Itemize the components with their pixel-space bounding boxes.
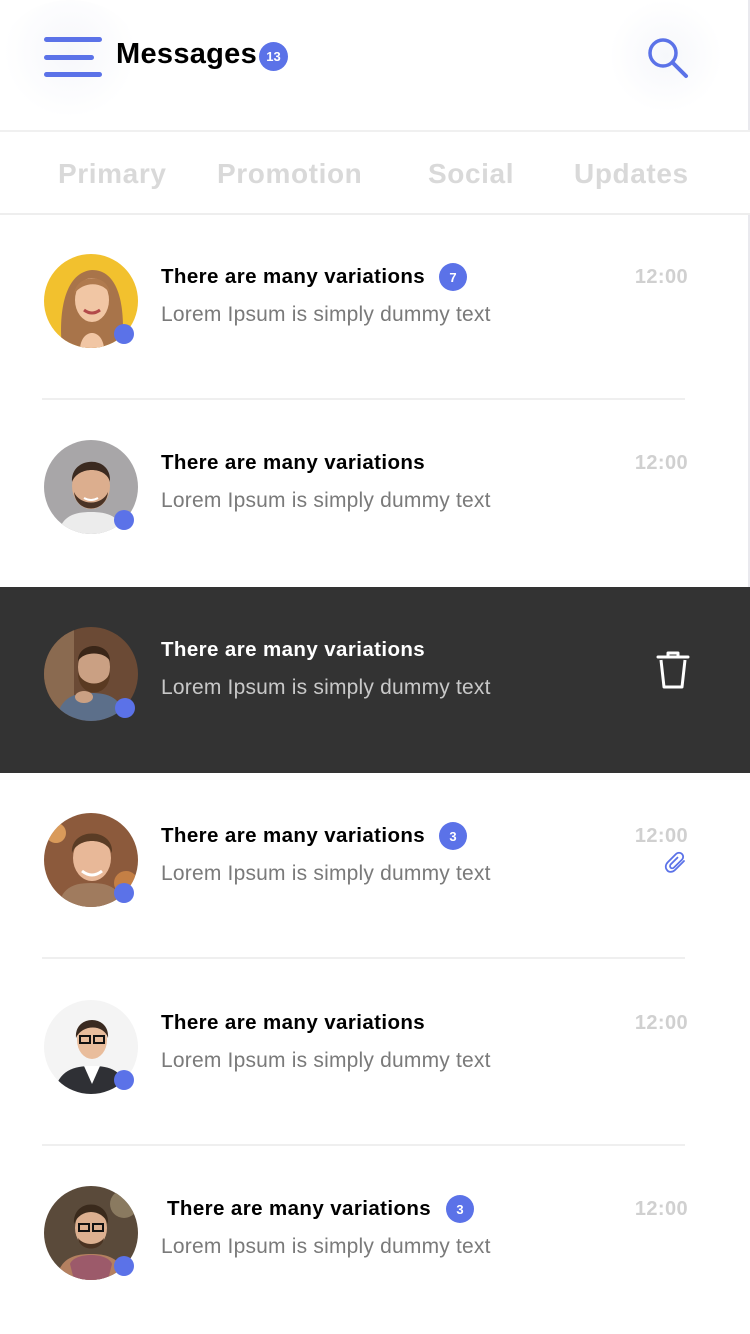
unread-badge: 3 [446,1195,474,1223]
tab-promotion[interactable]: Promotion [217,158,362,190]
message-title: There are many variations [161,265,426,288]
page-title: Messages [116,38,258,70]
app-header: Messages 13 [0,0,750,130]
online-status-dot [115,698,135,718]
message-row[interactable]: There are many variations Lorem Ipsum is… [0,960,750,1146]
tab-primary[interactable]: Primary [58,158,167,190]
unread-badge: 3 [439,822,467,850]
online-status-dot [114,1256,134,1276]
message-preview: Lorem Ipsum is simply dummy text [161,676,491,699]
paperclip-icon [664,851,685,873]
message-preview: Lorem Ipsum is simply dummy text [161,1049,491,1072]
message-row[interactable]: There are many variations 3 Lorem Ipsum … [0,773,750,959]
message-preview: Lorem Ipsum is simply dummy text [161,303,491,326]
online-status-dot [114,324,134,344]
message-title: There are many variations [167,1197,432,1220]
search-icon [648,38,688,78]
row-divider [42,957,685,959]
unread-count-badge: 13 [259,42,288,71]
online-status-dot [114,510,134,530]
message-preview: Lorem Ipsum is simply dummy text [161,489,491,512]
message-time: 12:00 [634,266,688,288]
message-preview: Lorem Ipsum is simply dummy text [161,862,491,885]
tab-updates[interactable]: Updates [574,158,689,190]
message-row[interactable]: There are many variations 7 Lorem Ipsum … [0,214,750,400]
message-time: 12:00 [634,452,688,474]
message-title: There are many variations [161,451,426,474]
message-row-swiped[interactable]: There are many variations Lorem Ipsum is… [0,587,750,773]
unread-badge: 7 [439,263,467,291]
message-title: There are many variations [161,824,426,847]
message-time: 12:00 [634,1198,688,1220]
message-preview: Lorem Ipsum is simply dummy text [161,1235,491,1258]
message-time: 12:00 [634,825,688,847]
tab-social[interactable]: Social [428,158,514,190]
message-title: There are many variations [161,1011,426,1034]
online-status-dot [114,1070,134,1090]
message-row[interactable]: There are many variations 3 Lorem Ipsum … [0,1146,750,1332]
message-time: 12:00 [634,1012,688,1034]
trash-icon[interactable] [656,650,690,690]
message-title: There are many variations [161,638,426,661]
message-row[interactable]: There are many variations Lorem Ipsum is… [0,400,750,586]
search-button[interactable] [608,0,724,112]
tab-bar: Primary Promotion Social Updates [0,130,750,215]
online-status-dot [114,883,134,903]
